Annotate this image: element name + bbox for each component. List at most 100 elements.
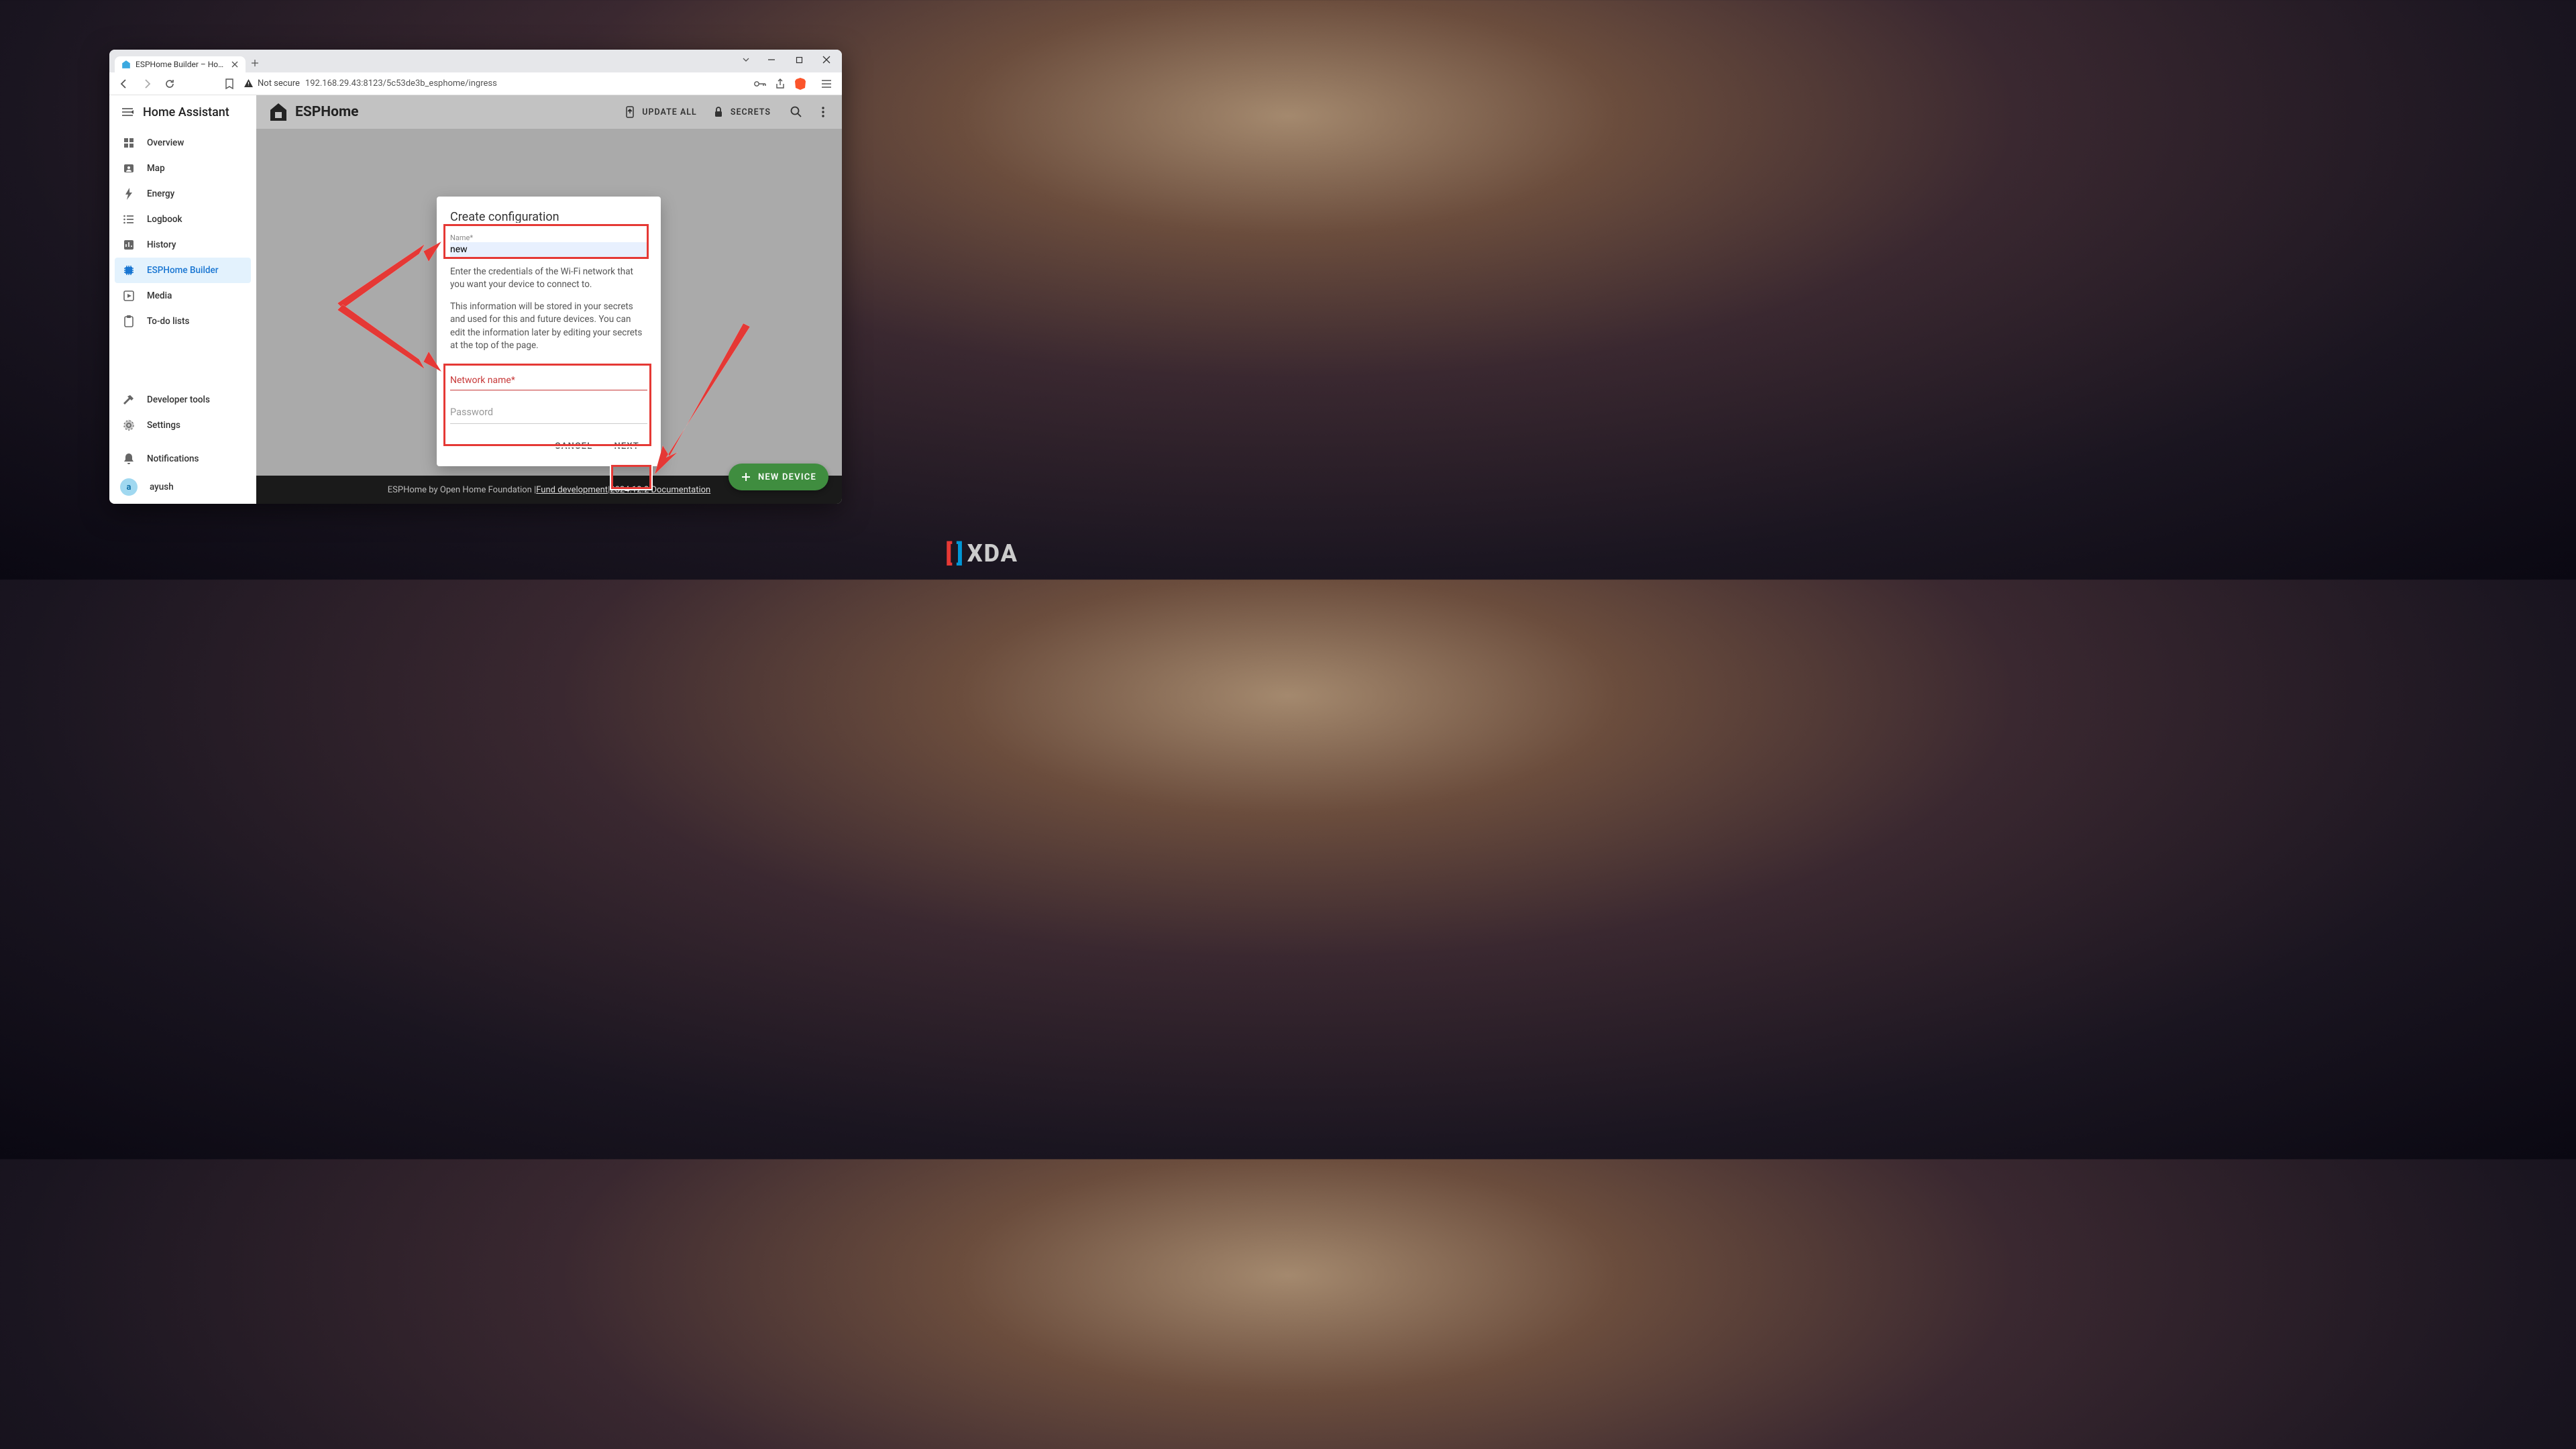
sidebar-label: Settings bbox=[147, 420, 180, 431]
name-label: Name bbox=[450, 233, 647, 242]
sidebar-item-settings[interactable]: Settings bbox=[115, 413, 251, 438]
address-bar: Not secure 192.168.29.43:8123/5c53de3b_e… bbox=[109, 72, 842, 95]
sidebar-user-name: ayush bbox=[150, 482, 174, 492]
bolt-icon bbox=[123, 188, 135, 200]
footer-link-fund[interactable]: Fund development bbox=[536, 485, 608, 495]
xda-watermark: []XDA bbox=[945, 539, 1018, 568]
bell-icon bbox=[123, 453, 135, 465]
sidebar-item-logbook[interactable]: Logbook bbox=[115, 207, 251, 232]
hammer-icon bbox=[123, 394, 135, 406]
sidebar-nav: Overview Map Energy Logbook History ESPH… bbox=[109, 129, 256, 504]
topbar: ESPHome UPDATE ALL SECRETS bbox=[256, 95, 842, 129]
tab-dropdown-icon[interactable] bbox=[736, 50, 756, 70]
fab-label: NEW DEVICE bbox=[758, 472, 816, 482]
key-icon[interactable] bbox=[753, 77, 767, 91]
brave-shield-icon[interactable] bbox=[794, 77, 807, 91]
secrets-label: SECRETS bbox=[731, 107, 771, 117]
browser-menu-icon[interactable] bbox=[818, 75, 835, 93]
sidebar-item-overview[interactable]: Overview bbox=[115, 130, 251, 156]
sidebar-label: Media bbox=[147, 290, 172, 301]
update-all-label: UPDATE ALL bbox=[642, 107, 697, 117]
create-config-dialog: Create configuration Name Enter the cred… bbox=[437, 197, 661, 466]
dashboard-icon bbox=[123, 137, 135, 149]
forward-button[interactable] bbox=[139, 76, 155, 92]
url-bar[interactable]: Not secure 192.168.29.43:8123/5c53de3b_e… bbox=[244, 78, 747, 89]
sidebar-title: Home Assistant bbox=[143, 105, 229, 119]
footer-text: ESPHome by Open Home Foundation | bbox=[388, 485, 537, 495]
back-button[interactable] bbox=[116, 76, 132, 92]
update-all-button[interactable]: UPDATE ALL bbox=[619, 101, 701, 123]
browser-tab[interactable]: ESPHome Builder – Home Assis bbox=[115, 56, 246, 72]
new-tab-button[interactable] bbox=[246, 54, 264, 72]
name-field[interactable]: Name bbox=[450, 233, 647, 258]
sidebar-label: History bbox=[147, 239, 176, 250]
new-device-button[interactable]: NEW DEVICE bbox=[729, 464, 828, 490]
list-icon bbox=[123, 213, 135, 225]
secrets-button[interactable]: SECRETS bbox=[708, 101, 775, 123]
footer-link-docs[interactable]: 2024.12.2 Documentation bbox=[610, 485, 710, 495]
sidebar-header: Home Assistant bbox=[109, 95, 256, 129]
esphome-logo-icon bbox=[268, 102, 288, 122]
share-icon[interactable] bbox=[773, 77, 787, 91]
sidebar-item-notifications[interactable]: Notifications bbox=[115, 446, 251, 472]
next-button[interactable]: NEXT bbox=[606, 436, 647, 457]
not-secure-label: Not secure bbox=[258, 78, 300, 89]
sidebar-item-devtools[interactable]: Developer tools bbox=[115, 387, 251, 413]
close-window-button[interactable] bbox=[814, 50, 839, 70]
security-indicator[interactable]: Not secure bbox=[244, 78, 300, 89]
maximize-button[interactable] bbox=[787, 50, 811, 70]
sidebar-label: Logbook bbox=[147, 214, 182, 225]
sidebar-item-media[interactable]: Media bbox=[115, 283, 251, 309]
sidebar-label: Map bbox=[147, 163, 165, 174]
dialog-desc-2: This information will be stored in your … bbox=[450, 301, 647, 352]
brand: ESPHome bbox=[268, 102, 359, 122]
sidebar-label: To-do lists bbox=[147, 316, 189, 327]
dialog-title: Create configuration bbox=[450, 210, 647, 224]
more-menu-icon[interactable] bbox=[816, 105, 830, 119]
sidebar-label: Developer tools bbox=[147, 394, 210, 405]
search-icon[interactable] bbox=[790, 105, 803, 119]
user-icon bbox=[123, 162, 135, 174]
tab-strip: ESPHome Builder – Home Assis bbox=[109, 50, 842, 72]
lock-icon bbox=[712, 105, 725, 119]
sidebar-item-esphome[interactable]: ESPHome Builder bbox=[115, 258, 251, 283]
chip-icon bbox=[123, 264, 135, 276]
dialog-desc-1: Enter the credentials of the Wi-Fi netwo… bbox=[450, 266, 647, 291]
minimize-button[interactable] bbox=[759, 50, 784, 70]
sidebar-label: Notifications bbox=[147, 453, 199, 464]
sidebar-item-history[interactable]: History bbox=[115, 232, 251, 258]
plus-icon bbox=[741, 472, 751, 482]
dialog-actions: CANCEL NEXT bbox=[450, 436, 647, 457]
update-icon bbox=[623, 105, 637, 119]
network-name-label: Network name* bbox=[450, 362, 647, 390]
close-tab-icon[interactable] bbox=[231, 60, 239, 68]
reload-button[interactable] bbox=[162, 76, 178, 92]
tab-title: ESPHome Builder – Home Assis bbox=[136, 60, 226, 69]
sidebar-item-user[interactable]: a ayush bbox=[115, 472, 251, 502]
cancel-button[interactable]: CANCEL bbox=[547, 436, 600, 457]
sidebar-collapse-icon[interactable] bbox=[121, 106, 133, 118]
sidebar-label: ESPHome Builder bbox=[147, 265, 219, 276]
sidebar-label: Energy bbox=[147, 189, 174, 199]
window-controls bbox=[736, 50, 839, 70]
gear-icon bbox=[123, 419, 135, 431]
user-avatar: a bbox=[120, 478, 138, 496]
warning-icon bbox=[244, 78, 254, 89]
sidebar: Home Assistant Overview Map Energy Logbo… bbox=[109, 95, 256, 504]
sidebar-item-todo[interactable]: To-do lists bbox=[115, 309, 251, 334]
clipboard-icon bbox=[123, 315, 135, 327]
sidebar-label: Overview bbox=[147, 138, 184, 148]
bookmark-icon[interactable] bbox=[222, 76, 237, 91]
url-text: 192.168.29.43:8123/5c53de3b_esphome/ingr… bbox=[305, 78, 497, 89]
network-name-field[interactable]: Network name* bbox=[450, 362, 647, 390]
play-icon bbox=[123, 290, 135, 302]
app-body: Home Assistant Overview Map Energy Logbo… bbox=[109, 95, 842, 504]
browser-window: ESPHome Builder – Home Assis Not secure … bbox=[109, 50, 842, 504]
chart-icon bbox=[123, 239, 135, 251]
password-field[interactable]: Password bbox=[450, 398, 647, 424]
sidebar-item-map[interactable]: Map bbox=[115, 156, 251, 181]
password-label: Password bbox=[450, 398, 647, 424]
sidebar-item-energy[interactable]: Energy bbox=[115, 181, 251, 207]
name-input[interactable] bbox=[450, 242, 647, 258]
favicon-esphome-icon bbox=[121, 60, 131, 69]
